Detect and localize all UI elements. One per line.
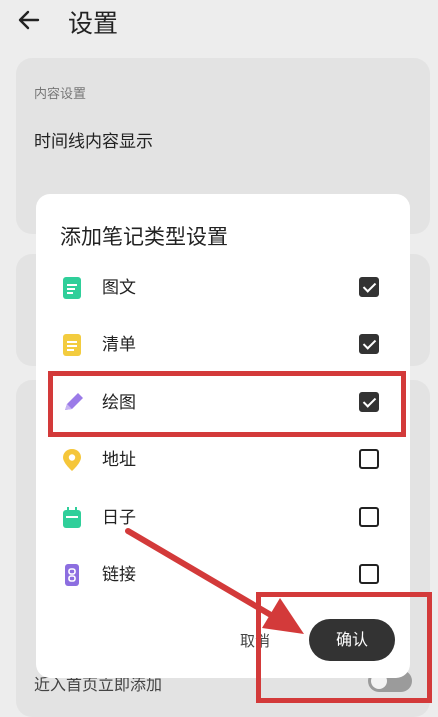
annotation-arrow-icon	[125, 528, 304, 634]
